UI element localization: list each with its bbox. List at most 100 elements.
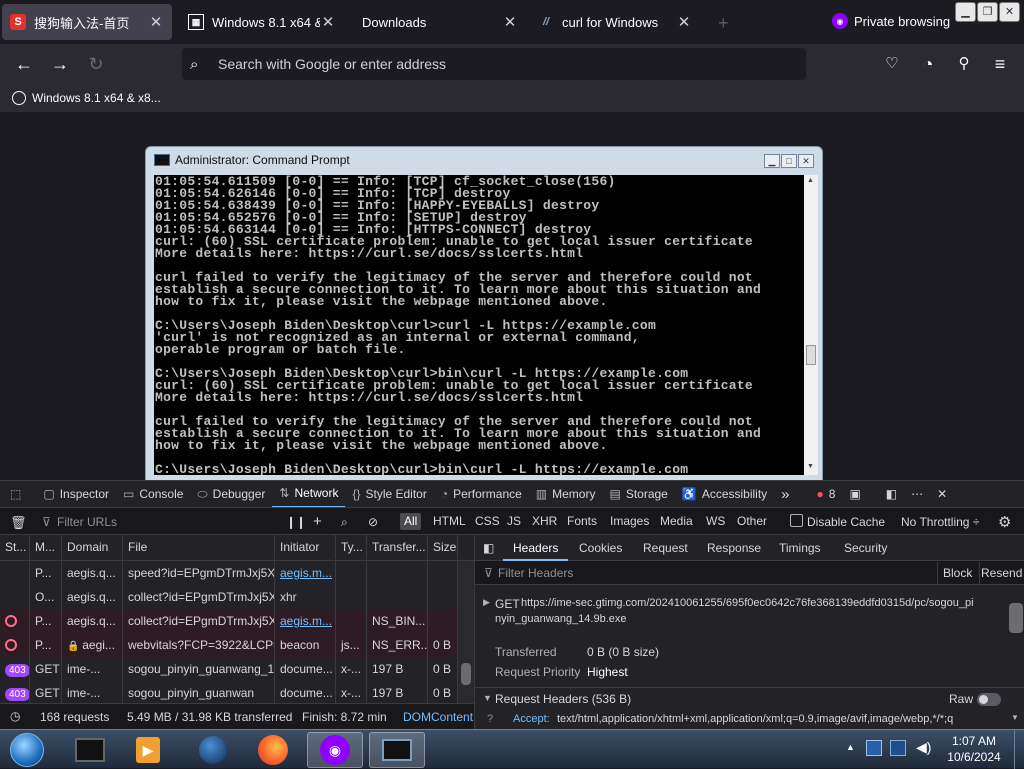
collapse-arrow-icon[interactable]: ▼ <box>483 693 492 703</box>
new-tab-button[interactable]: + <box>718 13 729 34</box>
scroll-up-arrow-icon[interactable]: ▲ <box>807 177 814 184</box>
taskbar-firefox-private[interactable]: ◉ <box>307 732 363 768</box>
tab-sogou[interactable]: S 搜狗输入法-首页 ✕ <box>2 4 172 40</box>
pocket-icon[interactable]: ♡ <box>880 52 904 76</box>
dock-side-icon[interactable]: ◧ <box>868 481 904 508</box>
network-settings-gear-icon[interactable]: ⚙ <box>998 513 1011 531</box>
error-count-badge[interactable]: ● 8 <box>797 481 843 508</box>
extensions-icon[interactable]: ⚲ <box>952 52 976 76</box>
expand-arrow-icon[interactable]: ▶ <box>483 597 490 608</box>
account-icon[interactable]: ◔ <box>916 52 940 76</box>
more-tabs-button[interactable]: » <box>774 481 796 508</box>
type-media[interactable]: Media <box>656 513 697 530</box>
scroll-down-arrow-icon[interactable]: ▼ <box>1011 713 1019 722</box>
url-bar[interactable]: ⌕ Search with Google or enter address <box>182 48 806 80</box>
tab-console[interactable]: ▭ Console <box>116 481 190 508</box>
menu-icon[interactable]: ≡ <box>988 52 1012 76</box>
request-table-scrollbar[interactable] <box>458 561 474 703</box>
type-all[interactable]: All <box>400 513 422 530</box>
table-row[interactable]: P... aegis.q... collect?id=EPgmDTrmJxj5X0v… <box>0 609 458 633</box>
element-picker-icon[interactable]: ⬚ <box>0 481 36 508</box>
tray-expand-icon[interactable]: ▲ <box>846 742 855 752</box>
detail-scrollbar-thumb[interactable] <box>1009 603 1023 633</box>
search-icon[interactable]: ⌕ <box>341 515 348 530</box>
tab-debugger[interactable]: ⬭ Debugger <box>190 481 272 508</box>
tab-style-editor[interactable]: {} Style Editor <box>345 481 433 508</box>
type-css[interactable]: CSS <box>471 513 504 530</box>
col-initiator[interactable]: Initiator <box>275 535 336 559</box>
cmd-close-button[interactable]: ✕ <box>798 154 814 168</box>
minimize-window-button[interactable]: ▁ <box>955 2 976 22</box>
type-fonts[interactable]: Fonts <box>563 513 601 530</box>
reload-button[interactable]: ↻ <box>84 52 108 76</box>
close-tab-icon[interactable]: ✕ <box>676 13 692 31</box>
resend-button[interactable]: Resend <box>981 566 1022 580</box>
col-file[interactable]: File <box>123 535 275 559</box>
table-row[interactable]: O... aegis.q... collect?id=EPgmDTrmJxj5X0v… <box>0 585 458 609</box>
pause-icon[interactable]: ❙❙ <box>286 515 306 529</box>
type-ws[interactable]: WS <box>702 513 729 530</box>
cmd-maximize-button[interactable]: □ <box>781 154 797 168</box>
volume-icon[interactable]: ◀) <box>916 739 931 756</box>
performance-analysis-icon[interactable]: ◷ <box>10 709 20 723</box>
forward-button[interactable]: → <box>48 52 72 76</box>
type-html[interactable]: HTML <box>429 513 470 530</box>
network-status-icon[interactable] <box>890 740 906 756</box>
filter-urls-input[interactable]: Filter URLs <box>57 515 117 529</box>
tab-timings[interactable]: Timings <box>779 541 821 555</box>
tab-inspector[interactable]: ▢ Inspector <box>36 481 116 508</box>
tab-headers[interactable]: Headers <box>502 541 569 561</box>
restore-window-button[interactable]: ❐ <box>977 2 998 22</box>
back-button[interactable]: ← <box>12 52 36 76</box>
table-row[interactable]: P... aegis.q... speed?id=EPgmDTrmJxj5X0vp a… <box>0 561 458 585</box>
scroll-down-arrow-icon[interactable]: ▼ <box>807 463 814 470</box>
request-headers-label[interactable]: Request Headers (536 B) <box>495 692 631 706</box>
scrollbar-thumb[interactable] <box>461 663 471 685</box>
cmd-titlebar[interactable]: Administrator: Command Prompt <box>154 153 350 167</box>
col-type[interactable]: Ty... <box>336 535 367 559</box>
start-button[interactable] <box>0 732 54 768</box>
col-transferred[interactable]: Transfer... <box>367 535 428 559</box>
filter-headers-input[interactable]: Filter Headers <box>498 566 573 580</box>
tray-app-icon[interactable] <box>866 740 882 756</box>
show-desktop-button[interactable] <box>1014 730 1024 769</box>
type-js[interactable]: JS <box>503 513 525 530</box>
col-size[interactable]: Size <box>428 535 458 559</box>
close-tab-icon[interactable]: ✕ <box>502 13 518 31</box>
close-devtools-icon[interactable]: ✕ <box>930 481 954 508</box>
type-images[interactable]: Images <box>606 513 653 530</box>
tab-accessibility[interactable]: ♿ Accessibility <box>675 481 774 508</box>
taskbar-command-prompt[interactable] <box>369 732 425 768</box>
type-other[interactable]: Other <box>733 513 771 530</box>
tab-memory[interactable]: ▥ Memory <box>529 481 603 508</box>
tab-request[interactable]: Request <box>643 541 688 555</box>
block-icon[interactable]: ⊘ <box>368 515 378 529</box>
table-row[interactable]: 403 GET ime-... sogou_pinyin_guanwan docume.… <box>0 681 458 705</box>
col-domain[interactable]: Domain <box>62 535 123 559</box>
cmd-scrollbar-thumb[interactable] <box>806 345 816 365</box>
taskbar-network-app[interactable] <box>185 732 241 768</box>
tab-performance[interactable]: ◔ Performance <box>434 481 529 508</box>
col-method[interactable]: M... <box>30 535 62 559</box>
taskbar-monitor-app[interactable] <box>62 732 118 768</box>
table-row[interactable]: P... 🔒 aegi... webvitals?FCP=3922&LCP=-1 be… <box>0 633 458 657</box>
block-button[interactable]: Block <box>943 566 972 580</box>
tab-network[interactable]: ⇅ Network <box>272 480 346 508</box>
trash-icon[interactable]: 🗑 <box>10 515 27 531</box>
responsive-mode-icon[interactable]: ▣ <box>842 481 867 508</box>
cmd-scrollbar[interactable]: ▲ ▼ <box>804 175 818 475</box>
bookmark-windows81[interactable]: Windows 8.1 x64 & x8... <box>32 91 161 105</box>
tab-downloads[interactable]: Downloads ✕ <box>354 4 526 40</box>
close-window-button[interactable]: ✕ <box>999 2 1020 22</box>
tab-storage[interactable]: ▤ Storage <box>602 481 674 508</box>
tab-windows81[interactable]: ▦ Windows 8.1 x64 & x8 ✕ <box>180 4 344 40</box>
taskbar-firefox[interactable] <box>245 732 301 768</box>
tab-response[interactable]: Response <box>707 541 761 555</box>
initiator-text[interactable]: aegis.m... <box>280 614 332 628</box>
disable-cache-checkbox[interactable] <box>790 514 803 527</box>
raw-toggle[interactable] <box>977 693 1001 706</box>
devtools-menu-icon[interactable]: ⋯ <box>904 481 930 508</box>
col-status[interactable]: St... <box>0 535 30 559</box>
throttling-select[interactable]: No Throttling ÷ <box>901 515 979 529</box>
toggle-sidebar-icon[interactable]: ◧ <box>483 541 494 555</box>
